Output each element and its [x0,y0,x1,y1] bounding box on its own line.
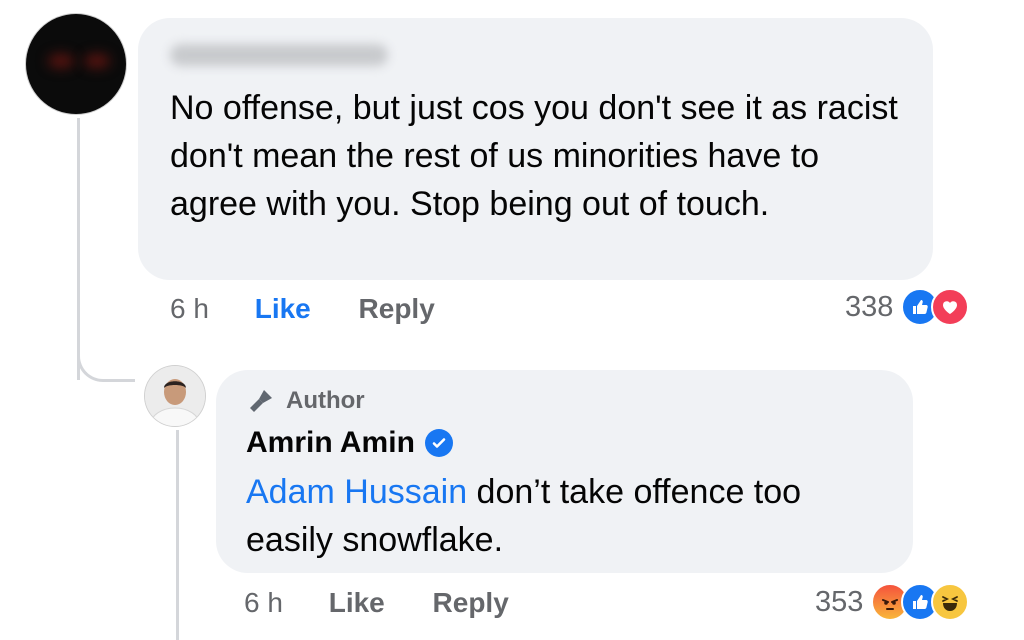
reply-author-name[interactable]: Amrin Amin [246,426,453,460]
reply-author-name-text[interactable]: Amrin Amin [246,426,415,460]
reaction-summary[interactable]: 338 [845,288,970,326]
avatar[interactable] [26,14,126,114]
comment-actions: 6 h Like Reply [170,293,435,325]
love-reaction-icon [931,288,970,326]
reply-bubble: Author Amrin Amin Adam Hussain don’t tak… [216,370,913,573]
comment-text: No offense, but just cos you don't see i… [170,89,898,223]
comment-timestamp[interactable]: 6 h [170,293,209,324]
comment-author-name-blurred[interactable] [170,44,388,66]
author-badge: Author [246,386,365,416]
reaction-count: 353 [815,585,864,618]
reply-actions: 6 h Like Reply [244,587,509,619]
reply-thread-line [176,430,179,640]
haha-reaction-icon [931,583,970,621]
reaction-summary[interactable]: 353 [815,583,970,621]
reply-author-avatar[interactable] [145,366,205,426]
like-button[interactable]: Like [329,587,385,618]
microphone-icon [250,390,272,412]
verified-badge-icon [424,429,453,457]
thread-connector [77,330,135,382]
like-button[interactable]: Like [255,293,311,324]
reply-text: Adam Hussain don’t take offence too easi… [246,468,896,564]
reaction-count: 338 [845,290,894,323]
mention-link[interactable]: Adam Hussain [246,473,467,511]
avatar-blur-detail [48,54,74,68]
reply-timestamp[interactable]: 6 h [244,587,283,618]
author-badge-label: Author [286,387,365,414]
reply-button[interactable]: Reply [433,587,509,618]
comment-bubble: No offense, but just cos you don't see i… [138,18,933,280]
reply-button[interactable]: Reply [359,293,435,324]
avatar-blur-detail [84,54,110,68]
